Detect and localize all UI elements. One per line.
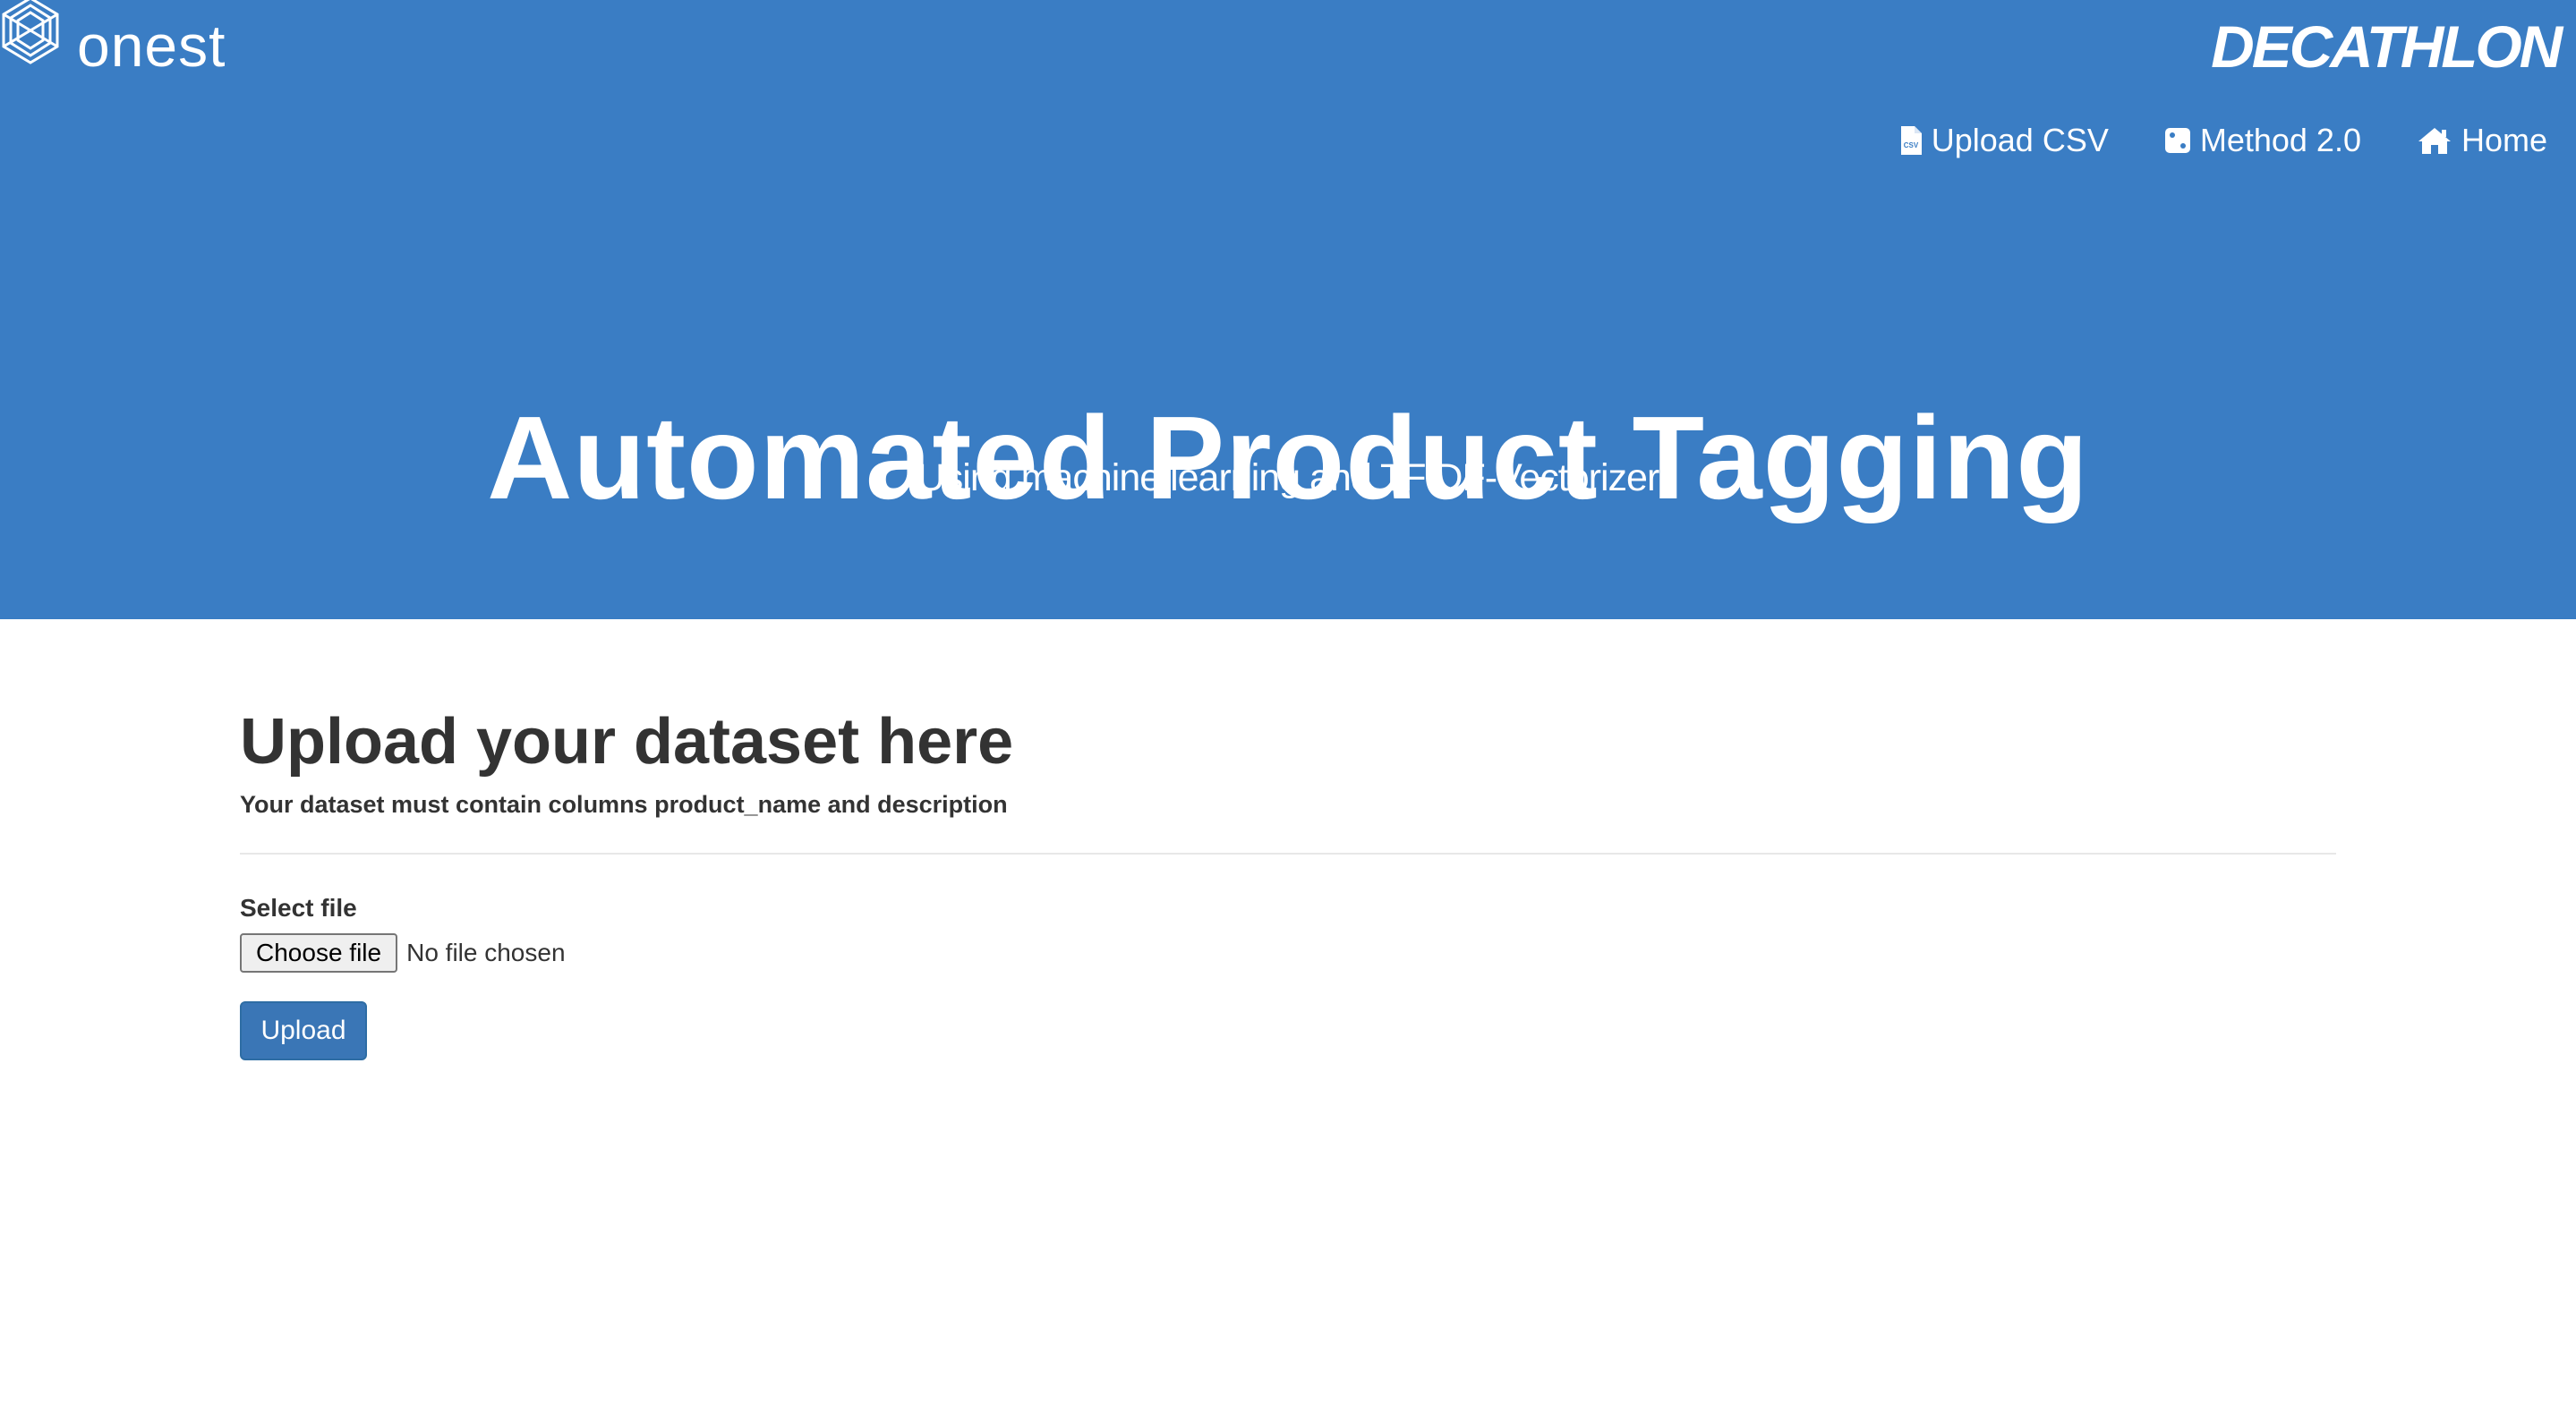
file-status-text: No file chosen (406, 939, 566, 966)
section-divider (240, 853, 2336, 855)
nav-method-2[interactable]: Method 2.0 (2164, 122, 2361, 159)
home-icon (2418, 128, 2451, 154)
upload-section: Upload your dataset here Your dataset mu… (240, 705, 2336, 1060)
dice-icon (2164, 128, 2190, 153)
nav-upload-csv[interactable]: CSV Upload CSV (1899, 122, 2109, 159)
hero-subtitle: Using machine learning and TFIDF-Vectori… (917, 456, 1660, 499)
onest-logo[interactable]: onest (0, 0, 226, 98)
upload-form: Select file Choose file No file chosen U… (240, 894, 2336, 1060)
nav-method-2-label: Method 2.0 (2199, 122, 2361, 158)
file-input: Choose file No file chosen (240, 933, 2336, 973)
upload-help-text: Your dataset must contain columns produc… (240, 791, 1008, 818)
onest-logo-text: onest (77, 13, 226, 79)
nav-upload-csv-label: Upload CSV (1931, 122, 2109, 158)
csv-file-icon: CSV (1900, 126, 1922, 155)
hero-banner: onest DECATHLON CSV Upload CSV Method 2.… (0, 0, 2576, 619)
onest-hexagon-icon (2, 0, 59, 64)
top-nav: CSV Upload CSV Method 2.0 Home (1899, 122, 2547, 159)
select-file-label: Select file (240, 894, 357, 922)
choose-file-button[interactable]: Choose file (240, 933, 398, 973)
decathlon-logo[interactable]: DECATHLON (2211, 13, 2563, 81)
nav-home[interactable]: Home (2417, 122, 2547, 159)
upload-heading: Upload your dataset here (240, 706, 1014, 778)
nav-home-label: Home (2461, 122, 2547, 158)
upload-button[interactable]: Upload (240, 1001, 367, 1060)
svg-text:CSV: CSV (1904, 141, 1919, 149)
